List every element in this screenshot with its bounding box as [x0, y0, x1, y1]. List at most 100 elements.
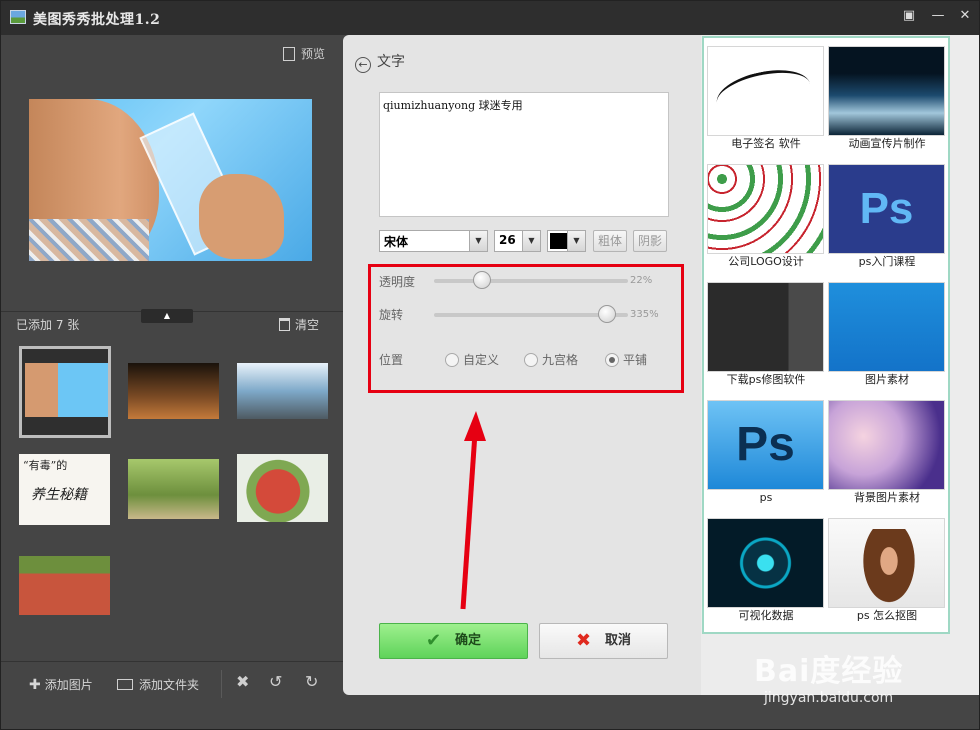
blue-texture-image: [828, 282, 945, 372]
ad-item[interactable]: 可视化数据: [707, 518, 825, 624]
shadow-button[interactable]: 阴影: [633, 230, 667, 252]
watermark-brand: Bai度经验: [754, 654, 904, 689]
chevron-down-icon: ▼: [567, 231, 585, 251]
trash-icon: [279, 318, 290, 331]
back-arrow-icon: ←: [355, 57, 371, 73]
ad-caption: ps: [759, 491, 773, 504]
font-select[interactable]: 宋体 ▼: [379, 230, 488, 252]
ad-item[interactable]: 背景图片素材: [828, 400, 946, 506]
thumbnail-5[interactable]: [128, 459, 219, 519]
add-image-button[interactable]: ✚ 添加图片: [29, 676, 93, 693]
thumbnail-text-line2: 养生秘籍: [31, 487, 87, 503]
rotate-left-icon[interactable]: ↺: [269, 672, 282, 691]
thumbnail-2[interactable]: [128, 363, 219, 419]
signature-image: [707, 46, 824, 136]
folder-icon: [117, 679, 133, 690]
rotate-value: 335%: [630, 309, 659, 320]
ad-item[interactable]: Ps ps入门课程: [828, 164, 946, 270]
bold-button[interactable]: 粗体: [593, 230, 627, 252]
thumbnail-6[interactable]: [237, 454, 328, 522]
rotate-right-icon[interactable]: ↻: [305, 672, 318, 691]
baidu-watermark: Bai度经验 jingyan.baidu.com: [754, 646, 903, 706]
ad-item[interactable]: 动画宣传片制作: [828, 46, 946, 152]
preview-icon: [283, 47, 295, 61]
thumbnail-7[interactable]: [19, 556, 110, 615]
check-icon: ✔: [425, 630, 442, 651]
ad-item[interactable]: ps 怎么抠图: [828, 518, 946, 624]
opacity-slider[interactable]: [434, 279, 628, 283]
ad-item[interactable]: 公司LOGO设计: [707, 164, 825, 270]
thumbnail-4[interactable]: “有毒”的 养生秘籍: [19, 454, 110, 525]
bokeh-image: [828, 400, 945, 490]
ad-caption: ps入门课程: [858, 255, 916, 268]
radio-tile[interactable]: 平铺: [605, 351, 647, 368]
ps-logo-image: Ps: [707, 400, 824, 490]
ad-item[interactable]: 下载ps修图软件: [707, 282, 825, 388]
preview-label: 预览: [301, 47, 326, 61]
ad-item[interactable]: 图片素材: [828, 282, 946, 388]
radio-circle: [524, 353, 538, 367]
minimize-icon[interactable]: —: [927, 6, 949, 26]
radio-custom[interactable]: 自定义: [445, 351, 499, 368]
ps-screenshot-image: [707, 282, 824, 372]
bottom-toolbar: ✚ 添加图片 添加文件夹 ✖ ↺ ↻: [1, 661, 343, 729]
toolbar-separator: [221, 670, 222, 698]
radio-tile-label: 平铺: [623, 353, 648, 367]
ad-caption: ps 怎么抠图: [856, 609, 918, 622]
clear-label: 清空: [295, 318, 320, 332]
ps-logo-image: Ps: [828, 164, 945, 254]
radio-custom-label: 自定义: [463, 353, 500, 367]
cross-icon: ✖: [575, 630, 592, 651]
collapse-toggle[interactable]: ▲: [141, 309, 193, 323]
back-button[interactable]: ← 文字: [355, 51, 405, 73]
watermark-url: jingyan.baidu.com: [764, 690, 894, 706]
color-swatch: [550, 233, 567, 249]
add-image-label: 添加图片: [44, 678, 93, 692]
color-picker[interactable]: ▼: [547, 230, 586, 252]
chat-icon[interactable]: ▣: [898, 6, 920, 26]
radio-circle: [445, 353, 459, 367]
chevron-down-icon: ▼: [469, 231, 487, 251]
opacity-value: 22%: [630, 275, 653, 286]
radio-circle: [605, 353, 619, 367]
hud-image: [707, 518, 824, 608]
text-settings-panel: ← 文字 qiumizhuanyong 球迷专用 宋体 ▼ 26 ▼ ▼ 粗体 阴…: [343, 35, 701, 695]
plus-icon: ✚: [29, 677, 41, 693]
ad-item[interactable]: Ps ps: [707, 400, 825, 506]
title-bar: 美图秀秀批处理1.2 ▣ — ✕: [1, 1, 979, 35]
close-icon[interactable]: ✕: [954, 6, 976, 26]
opacity-label: 透明度: [379, 275, 416, 289]
added-count: 已添加 7 张: [16, 318, 80, 332]
thumbnail-1[interactable]: [19, 346, 111, 438]
size-value: 26: [499, 233, 516, 247]
add-folder-button[interactable]: 添加文件夹: [117, 676, 199, 693]
position-label: 位置: [379, 353, 404, 367]
watermark-text-input[interactable]: qiumizhuanyong 球迷专用: [379, 92, 669, 217]
font-value: 宋体: [384, 235, 409, 249]
ad-item[interactable]: 电子签名 软件: [707, 46, 825, 152]
red-arrow-annotation: [460, 411, 486, 610]
ad-caption: 电子签名 软件: [731, 137, 801, 150]
ad-caption: 下载ps修图软件: [726, 373, 806, 386]
rotate-slider-thumb[interactable]: [598, 305, 616, 323]
ad-frame: 电子签名 软件 动画宣传片制作 公司LOGO设计 Ps ps入门课程 下载ps修…: [702, 36, 950, 634]
rotate-label: 旋转: [379, 308, 404, 322]
ok-button[interactable]: ✔ 确定: [379, 623, 528, 659]
preview-button[interactable]: 预览: [283, 45, 325, 62]
thumbnail-3[interactable]: [237, 363, 328, 419]
left-panel: 预览 ▲ 已添加 7 张 清空 “有毒”的 养生秘籍 ✚ 添加图片 添加文件夹 …: [1, 35, 343, 729]
delete-icon[interactable]: ✖: [236, 672, 249, 691]
chevron-down-icon: ▼: [522, 231, 540, 251]
opacity-slider-thumb[interactable]: [473, 271, 491, 289]
cancel-button[interactable]: ✖ 取消: [539, 623, 668, 659]
size-select[interactable]: 26 ▼: [494, 230, 541, 252]
radio-nine-grid[interactable]: 九宫格: [524, 351, 578, 368]
clear-button[interactable]: 清空: [279, 316, 319, 333]
app-window: 美图秀秀批处理1.2 ▣ — ✕ 预览 ▲ 已添加 7 张 清空 “有毒”的 养…: [0, 0, 980, 730]
window-title: 美图秀秀批处理1.2: [33, 12, 161, 28]
radio-nine-grid-label: 九宫格: [542, 353, 579, 367]
ad-caption: 背景图片素材: [854, 491, 920, 504]
eagle-landscape-image: [828, 46, 945, 136]
woman-hair-image: [828, 518, 945, 608]
thumbnail-text-line1: “有毒”的: [23, 459, 68, 472]
